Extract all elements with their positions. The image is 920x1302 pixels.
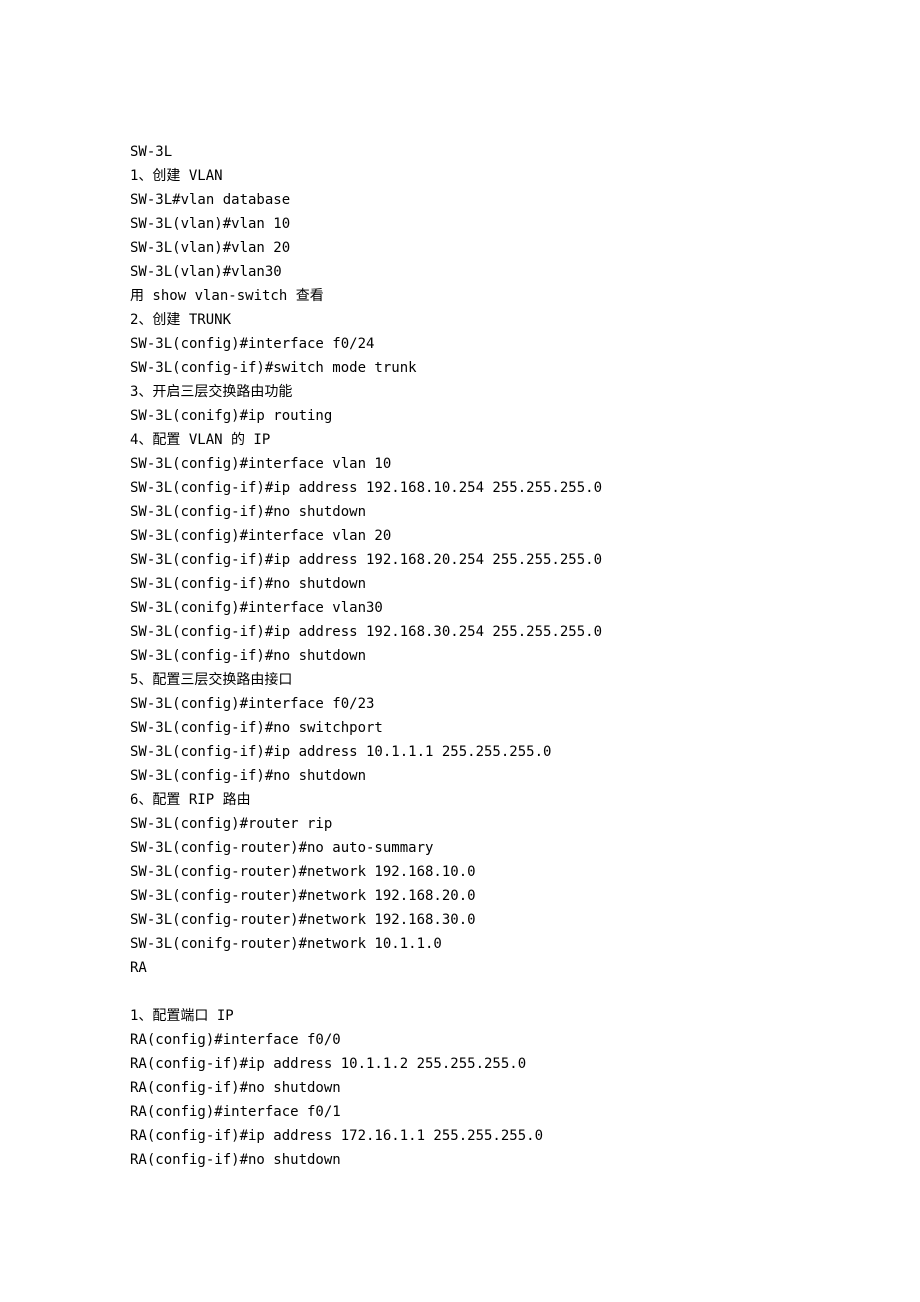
config-line: SW-3L(config)#interface f0/24 bbox=[130, 332, 790, 356]
config-line: SW-3L(config-if)#ip address 192.168.10.2… bbox=[130, 476, 790, 500]
config-line: 1、创建 VLAN bbox=[130, 164, 790, 188]
config-line: SW-3L(config-if)#no shutdown bbox=[130, 764, 790, 788]
config-line: SW-3L(vlan)#vlan 20 bbox=[130, 236, 790, 260]
document-content: SW-3L1、创建 VLANSW-3L#vlan databaseSW-3L(v… bbox=[130, 140, 790, 1172]
config-line: SW-3L(config)#interface f0/23 bbox=[130, 692, 790, 716]
config-line: RA(config-if)#ip address 10.1.1.2 255.25… bbox=[130, 1052, 790, 1076]
config-line: SW-3L(config-router)#network 192.168.30.… bbox=[130, 908, 790, 932]
config-line: SW-3L(conifg-router)#network 10.1.1.0 bbox=[130, 932, 790, 956]
blank-line bbox=[130, 980, 790, 1004]
config-line: SW-3L(config)#router rip bbox=[130, 812, 790, 836]
config-line: SW-3L(vlan)#vlan30 bbox=[130, 260, 790, 284]
config-line: 1、配置端口 IP bbox=[130, 1004, 790, 1028]
config-line: SW-3L bbox=[130, 140, 790, 164]
config-line: SW-3L(conifg)#interface vlan30 bbox=[130, 596, 790, 620]
config-line: SW-3L(config-if)#no shutdown bbox=[130, 572, 790, 596]
config-line: RA bbox=[130, 956, 790, 980]
config-line: SW-3L(vlan)#vlan 10 bbox=[130, 212, 790, 236]
config-line: 4、配置 VLAN 的 IP bbox=[130, 428, 790, 452]
config-line: 3、开启三层交换路由功能 bbox=[130, 380, 790, 404]
config-line: SW-3L(config-if)#no switchport bbox=[130, 716, 790, 740]
config-line: RA(config-if)#no shutdown bbox=[130, 1148, 790, 1172]
config-line: SW-3L#vlan database bbox=[130, 188, 790, 212]
config-line: SW-3L(config-if)#no shutdown bbox=[130, 500, 790, 524]
config-line: SW-3L(config-router)#no auto-summary bbox=[130, 836, 790, 860]
config-line: SW-3L(config-router)#network 192.168.10.… bbox=[130, 860, 790, 884]
config-line: SW-3L(config-if)#no shutdown bbox=[130, 644, 790, 668]
document-page: SW-3L1、创建 VLANSW-3L#vlan databaseSW-3L(v… bbox=[0, 0, 790, 1172]
config-line: RA(config)#interface f0/0 bbox=[130, 1028, 790, 1052]
config-line: SW-3L(config)#interface vlan 20 bbox=[130, 524, 790, 548]
config-line: SW-3L(config)#interface vlan 10 bbox=[130, 452, 790, 476]
config-line: SW-3L(config-if)#switch mode trunk bbox=[130, 356, 790, 380]
config-line: SW-3L(config-router)#network 192.168.20.… bbox=[130, 884, 790, 908]
config-line: RA(config-if)#ip address 172.16.1.1 255.… bbox=[130, 1124, 790, 1148]
config-line: RA(config-if)#no shutdown bbox=[130, 1076, 790, 1100]
config-line: 2、创建 TRUNK bbox=[130, 308, 790, 332]
config-line: 5、配置三层交换路由接口 bbox=[130, 668, 790, 692]
config-line: SW-3L(conifg)#ip routing bbox=[130, 404, 790, 428]
config-line: SW-3L(config-if)#ip address 10.1.1.1 255… bbox=[130, 740, 790, 764]
config-line: SW-3L(config-if)#ip address 192.168.30.2… bbox=[130, 620, 790, 644]
config-line: 6、配置 RIP 路由 bbox=[130, 788, 790, 812]
config-line: SW-3L(config-if)#ip address 192.168.20.2… bbox=[130, 548, 790, 572]
config-line: RA(config)#interface f0/1 bbox=[130, 1100, 790, 1124]
config-line: 用 show vlan-switch 查看 bbox=[130, 284, 790, 308]
